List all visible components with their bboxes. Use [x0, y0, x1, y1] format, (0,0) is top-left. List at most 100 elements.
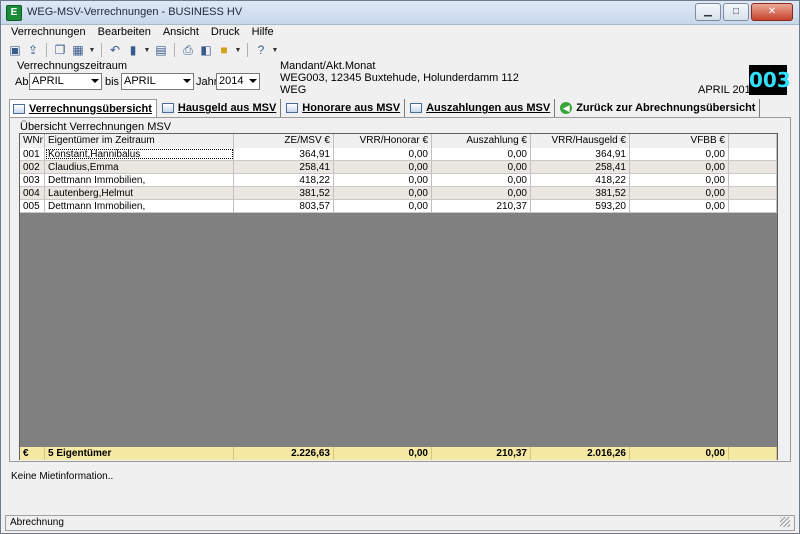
cell-vrr-honorar: 0,00: [334, 161, 432, 173]
grid-caption: Übersicht Verrechnungen MSV: [20, 121, 172, 133]
title-bar[interactable]: E WEG-MSV-Verrechnungen - BUSINESS HV ▁ …: [1, 1, 799, 25]
mandant-type: WEG: [280, 84, 307, 96]
cell-ze-msv: 418,22: [234, 174, 334, 186]
menu-druck[interactable]: Druck: [205, 25, 246, 41]
cell-owner: Konstant,Hannibalus: [45, 148, 234, 160]
chevron-down-icon: [91, 79, 99, 83]
cell-vrr-honorar: 0,00: [334, 200, 432, 212]
grid-icon: [410, 103, 423, 113]
cell-owner: Lautenberg,Helmut: [45, 187, 234, 199]
copy-icon[interactable]: ❐: [52, 42, 68, 58]
menu-hilfe[interactable]: Hilfe: [246, 25, 280, 41]
column-header[interactable]: Eigentümer im Zeitraum: [45, 134, 234, 148]
column-header[interactable]: ZE/MSV €: [234, 134, 334, 148]
app-icon[interactable]: E: [6, 5, 22, 21]
cell-vfbb: 0,00: [630, 174, 729, 186]
bis-month-value: APRIL: [124, 75, 156, 87]
cell-owner: Dettmann Immobilien,: [45, 200, 234, 212]
chevron-down-icon[interactable]: ▼: [143, 47, 151, 54]
cell-auszahlung: 210,37: [432, 200, 531, 212]
table-row[interactable]: 002 Claudius,Emma 258,41 0,00 0,00 258,4…: [20, 161, 777, 174]
grid-header: WNr Eigentümer im Zeitraum ZE/MSV € VRR/…: [20, 134, 777, 148]
tab-label: Hausgeld aus MSV: [177, 102, 277, 114]
new-icon[interactable]: ▣: [7, 42, 23, 58]
cell-owner: Claudius,Emma: [45, 161, 234, 173]
column-header[interactable]: WNr: [20, 134, 45, 148]
jahr-label: Jahr: [196, 76, 218, 88]
cell-vfbb: 0,00: [630, 187, 729, 199]
tab-honorare[interactable]: Honorare aus MSV: [283, 99, 406, 117]
tab-label: Honorare aus MSV: [302, 102, 401, 114]
status-bar: Abrechnung: [5, 515, 795, 531]
cell-ze-msv: 364,91: [234, 148, 334, 160]
cell-vrr-hausgeld: 381,52: [531, 187, 630, 199]
note-icon[interactable]: ■: [216, 42, 232, 58]
open-icon[interactable]: ⇪: [25, 42, 41, 58]
chevron-down-icon[interactable]: ▼: [88, 47, 96, 54]
tab-bar: Verrechnungsübersicht Hausgeld aus MSV H…: [9, 99, 762, 117]
bis-month-select[interactable]: APRIL: [121, 73, 194, 90]
resize-grip-icon[interactable]: [780, 517, 790, 527]
cell-auszahlung: 0,00: [432, 174, 531, 186]
document-icon[interactable]: ▮: [125, 42, 141, 58]
sum-ze-msv: 2.226,63: [234, 447, 334, 460]
cell-auszahlung: 0,00: [432, 148, 531, 160]
column-header[interactable]: VRR/Honorar €: [334, 134, 432, 148]
menu-verrechnungen[interactable]: Verrechnungen: [5, 25, 92, 41]
cell-wnr: 003: [20, 174, 45, 186]
cell-vfbb: 0,00: [630, 148, 729, 160]
tab-auszahlungen[interactable]: Auszahlungen aus MSV: [407, 99, 556, 117]
jahr-select[interactable]: 2014: [216, 73, 260, 90]
cell-auszahlung: 0,00: [432, 187, 531, 199]
table-row[interactable]: 004 Lautenberg,Helmut 381,52 0,00 0,00 3…: [20, 187, 777, 200]
sum-owner-count: 5 Eigentümer: [45, 447, 234, 460]
grid-icon: [13, 103, 25, 114]
cell-vfbb: 0,00: [630, 161, 729, 173]
cell-owner: Dettmann Immobilien,: [45, 174, 234, 186]
cell-wnr: 004: [20, 187, 45, 199]
mandant-number-display: 003: [749, 65, 791, 95]
toolbar-separator: [247, 43, 248, 57]
sum-vfbb: 0,00: [630, 447, 729, 460]
chevron-down-icon[interactable]: ▼: [271, 47, 279, 54]
menu-bearbeiten[interactable]: Bearbeiten: [92, 25, 157, 41]
close-button[interactable]: ✕: [751, 3, 793, 21]
column-header[interactable]: VRR/Hausgeld €: [531, 134, 630, 148]
toolbar-separator: [174, 43, 175, 57]
table-row[interactable]: 003 Dettmann Immobilien, 418,22 0,00 0,0…: [20, 174, 777, 187]
help-icon[interactable]: ?: [253, 42, 269, 58]
sum-row: € 5 Eigentümer 2.226,63 0,00 210,37 2.01…: [20, 447, 777, 460]
grid-icon: [161, 103, 174, 113]
ab-month-select[interactable]: APRIL: [29, 73, 102, 90]
minimize-button[interactable]: ▁: [695, 3, 721, 21]
tab-hausgeld[interactable]: Hausgeld aus MSV: [159, 99, 282, 117]
tab-zurueck[interactable]: ◀ Zurück zur Abrechnungsübersicht: [557, 99, 761, 117]
table-row[interactable]: 005 Dettmann Immobilien, 803,57 0,00 210…: [20, 200, 777, 213]
cell-blank: [729, 161, 777, 173]
cell-vrr-hausgeld: 593,20: [531, 200, 630, 212]
table-row[interactable]: 001 Konstant,Hannibalus 364,91 0,00 0,00…: [20, 148, 777, 161]
data-grid[interactable]: WNr Eigentümer im Zeitraum ZE/MSV € VRR/…: [19, 133, 778, 460]
archive-icon[interactable]: ▤: [153, 42, 169, 58]
undo-icon[interactable]: ↶: [107, 42, 123, 58]
main-window: E WEG-MSV-Verrechnungen - BUSINESS HV ▁ …: [0, 0, 800, 534]
sum-vrr-honorar: 0,00: [334, 447, 432, 460]
cell-vrr-honorar: 0,00: [334, 174, 432, 186]
column-header[interactable]: VFBB €: [630, 134, 729, 148]
back-arrow-icon: ◀: [560, 102, 573, 114]
window-title: WEG-MSV-Verrechnungen - BUSINESS HV: [27, 6, 243, 18]
table-view-icon[interactable]: ▦: [70, 42, 86, 58]
chevron-down-icon[interactable]: ▼: [234, 47, 242, 54]
cell-vrr-hausgeld: 364,91: [531, 148, 630, 160]
cell-wnr: 002: [20, 161, 45, 173]
cell-blank: [729, 148, 777, 160]
maximize-button[interactable]: □: [723, 3, 749, 21]
print-icon[interactable]: ⎙: [180, 42, 196, 58]
tab-verrechnungsuebersicht[interactable]: Verrechnungsübersicht: [9, 99, 157, 117]
preview-icon[interactable]: ◧: [198, 42, 214, 58]
menu-ansicht[interactable]: Ansicht: [157, 25, 205, 41]
toolbar-separator: [101, 43, 102, 57]
column-header-blank: [729, 134, 777, 148]
column-header[interactable]: Auszahlung €: [432, 134, 531, 148]
cell-blank: [729, 187, 777, 199]
